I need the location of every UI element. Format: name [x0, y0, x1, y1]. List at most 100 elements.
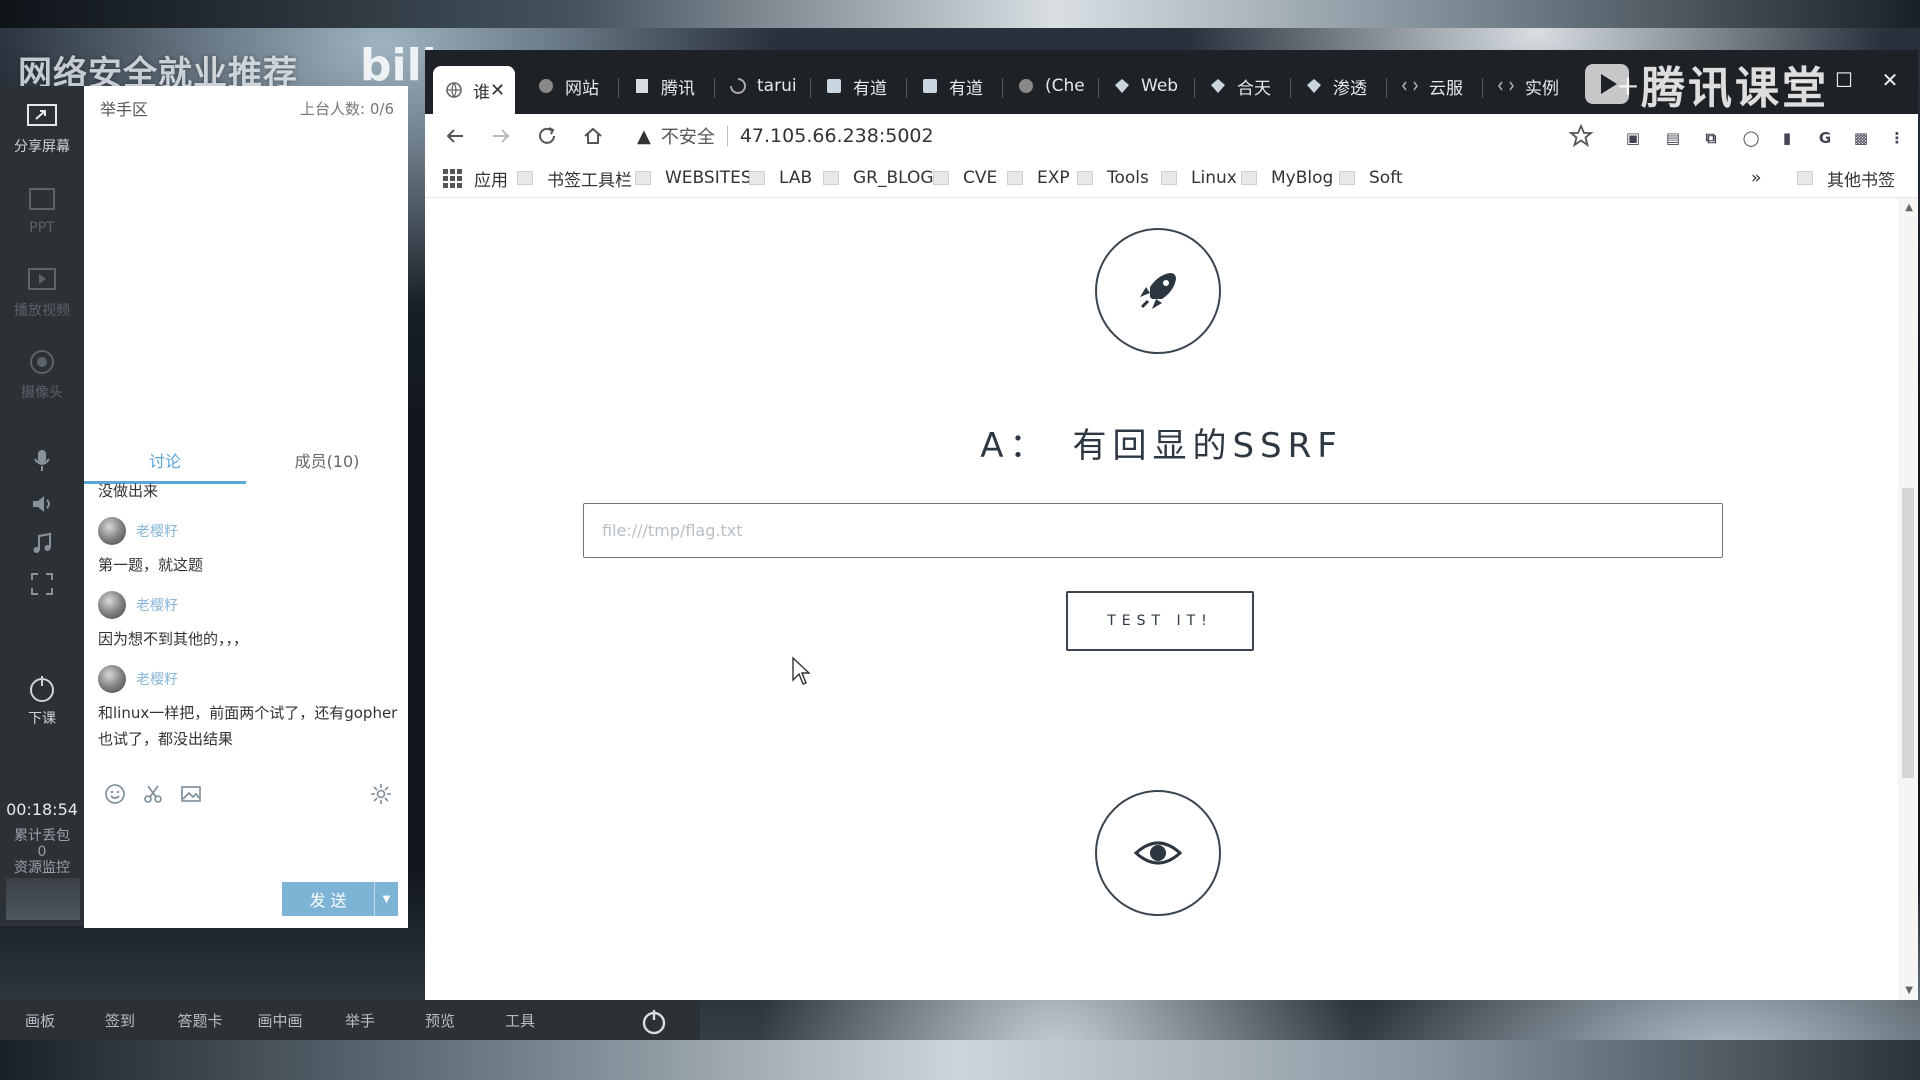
tab-title: Web — [1141, 76, 1179, 96]
bookmark-label: 书签工具栏 — [547, 170, 632, 191]
browser-tab[interactable]: 有道 — [909, 66, 1001, 106]
bookmark-label: Soft — [1369, 168, 1403, 188]
folder-icon — [635, 171, 651, 185]
bookmark-folder[interactable]: EXP — [1007, 166, 1070, 190]
packet-loss-value: 0 — [37, 844, 47, 860]
tab-discuss[interactable]: 讨论 — [84, 436, 246, 484]
bookmark-folder[interactable]: Tools — [1077, 166, 1149, 190]
page-scrollbar[interactable]: ▲ ▼ — [1898, 198, 1918, 1000]
folder-icon — [1161, 171, 1177, 185]
browser-tab[interactable]: 渗透 — [1293, 66, 1385, 106]
ppt-label: PPT — [29, 220, 55, 236]
browser-tab[interactable]: 有道 — [813, 66, 905, 106]
maximize-button[interactable]: ☐ — [1821, 60, 1867, 100]
chat-toolbar — [98, 776, 398, 812]
circle-extension-icon[interactable]: ◯ — [1739, 126, 1763, 150]
tools-button[interactable]: 工具 — [480, 1010, 560, 1031]
address-bar[interactable]: ▲ 不安全 47.105.66.238:5002 — [637, 118, 1617, 154]
mouse-cursor-icon — [792, 656, 811, 685]
browser-tab[interactable]: 实例 — [1485, 66, 1577, 106]
bookmark-folder[interactable]: 书签工具栏 — [517, 166, 632, 191]
tab-title: 渗透 — [1333, 78, 1367, 99]
reload-button[interactable] — [529, 118, 565, 154]
whiteboard-button[interactable]: 画板 — [0, 1010, 80, 1031]
apps-grid-icon — [443, 168, 462, 188]
play-video-button[interactable]: 播放视频 — [0, 258, 84, 328]
globe-icon — [537, 77, 555, 95]
send-options-dropdown[interactable]: ▼ — [374, 882, 398, 916]
speaker-icon[interactable] — [22, 486, 62, 522]
extension-icon[interactable]: ▩ — [1849, 126, 1873, 150]
desktop-wallpaper-bottom — [0, 1040, 1920, 1080]
extension-icon[interactable]: ▮ — [1775, 126, 1799, 150]
folder-icon — [1007, 171, 1023, 185]
bookmark-folder[interactable]: WEBSITES — [635, 166, 752, 190]
browser-tab[interactable]: 云服 — [1389, 66, 1481, 106]
scissors-icon[interactable] — [136, 779, 170, 809]
ssrf-url-input[interactable] — [583, 503, 1723, 558]
extension-icon[interactable]: ▣ — [1621, 126, 1645, 150]
microphone-icon[interactable] — [22, 442, 62, 478]
power-icon — [30, 676, 54, 702]
translate-icon[interactable]: ⧉ — [1699, 126, 1723, 150]
preview-button[interactable]: 预览 — [400, 1010, 480, 1031]
picture-in-picture-button[interactable]: 画中画 — [240, 1010, 320, 1031]
sign-in-button[interactable]: 签到 — [80, 1010, 160, 1031]
close-window-button[interactable]: ✕ — [1867, 60, 1913, 100]
desktop-wallpaper-top — [0, 0, 1920, 28]
tab-title: 腾讯 — [661, 78, 695, 99]
back-button[interactable] — [437, 118, 473, 154]
play-logo-icon — [1585, 64, 1629, 104]
browser-tab-active[interactable]: 谁 ✕ — [433, 66, 515, 114]
end-class-button[interactable]: 下课 — [0, 666, 84, 736]
google-icon[interactable]: G — [1813, 126, 1837, 150]
scroll-up-arrow[interactable]: ▲ — [1905, 202, 1913, 213]
browser-tab[interactable]: 合天 — [1197, 66, 1289, 106]
bookmark-apps[interactable]: 应用 — [443, 166, 508, 191]
globe-icon — [445, 81, 463, 99]
bookmark-folder-other[interactable]: 其他书签 — [1797, 166, 1895, 191]
menu-dots-icon[interactable]: ⋮ — [1885, 126, 1909, 150]
doc-icon — [633, 77, 651, 95]
bookmark-star-icon[interactable] — [1567, 122, 1595, 150]
author-name: 老樱籽 — [136, 672, 178, 688]
resource-monitor-label: 资源监控 — [14, 860, 70, 876]
raise-hand-button[interactable]: 举手 — [320, 1010, 400, 1031]
diamond-icon — [1209, 77, 1227, 95]
fullscreen-icon[interactable] — [22, 566, 62, 602]
share-screen-button[interactable]: 分享屏幕 — [0, 94, 84, 164]
power-icon[interactable] — [640, 1008, 668, 1036]
minimize-button[interactable]: — — [1775, 60, 1821, 100]
bookmarks-overflow-button[interactable]: » — [1751, 166, 1761, 190]
tab-title: 网站 — [565, 78, 599, 99]
answer-card-button[interactable]: 答题卡 — [160, 1010, 240, 1031]
test-it-button[interactable]: TEST IT! — [1066, 591, 1254, 651]
close-icon[interactable]: ✕ — [490, 80, 505, 101]
music-icon[interactable] — [22, 526, 62, 562]
tab-members[interactable]: 成员(10) — [246, 436, 408, 484]
forward-button[interactable] — [483, 118, 519, 154]
scroll-down-arrow[interactable]: ▼ — [1905, 985, 1913, 996]
browser-tab[interactable]: (Che — [1005, 66, 1097, 106]
ppt-button[interactable]: PPT — [0, 176, 84, 246]
scrollbar-thumb[interactable] — [1902, 488, 1914, 778]
bookmark-folder[interactable]: LAB — [749, 166, 812, 190]
bookmark-folder[interactable]: Linux — [1161, 166, 1237, 190]
browser-tab[interactable]: Web — [1101, 66, 1193, 106]
settings-gear-icon[interactable] — [364, 779, 398, 809]
folder-icon — [1797, 171, 1813, 185]
browser-tab[interactable]: 网站 — [525, 66, 617, 106]
image-icon[interactable] — [174, 779, 208, 809]
bookmark-folder[interactable]: Soft — [1339, 166, 1403, 190]
home-button[interactable] — [575, 118, 611, 154]
browser-tab[interactable]: tarui — [717, 66, 809, 106]
folder-icon — [933, 171, 949, 185]
send-button[interactable]: 发 送 ▼ — [282, 882, 398, 916]
bookmark-folder[interactable]: MyBlog — [1241, 166, 1333, 190]
camera-button[interactable]: 摄像头 — [0, 340, 84, 410]
bookmark-folder[interactable]: CVE — [933, 166, 997, 190]
emoji-icon[interactable] — [98, 779, 132, 809]
bookmark-folder[interactable]: GR_BLOG — [823, 166, 934, 190]
extension-icon[interactable]: ▤ — [1661, 126, 1685, 150]
browser-tab[interactable]: 腾讯 — [621, 66, 713, 106]
